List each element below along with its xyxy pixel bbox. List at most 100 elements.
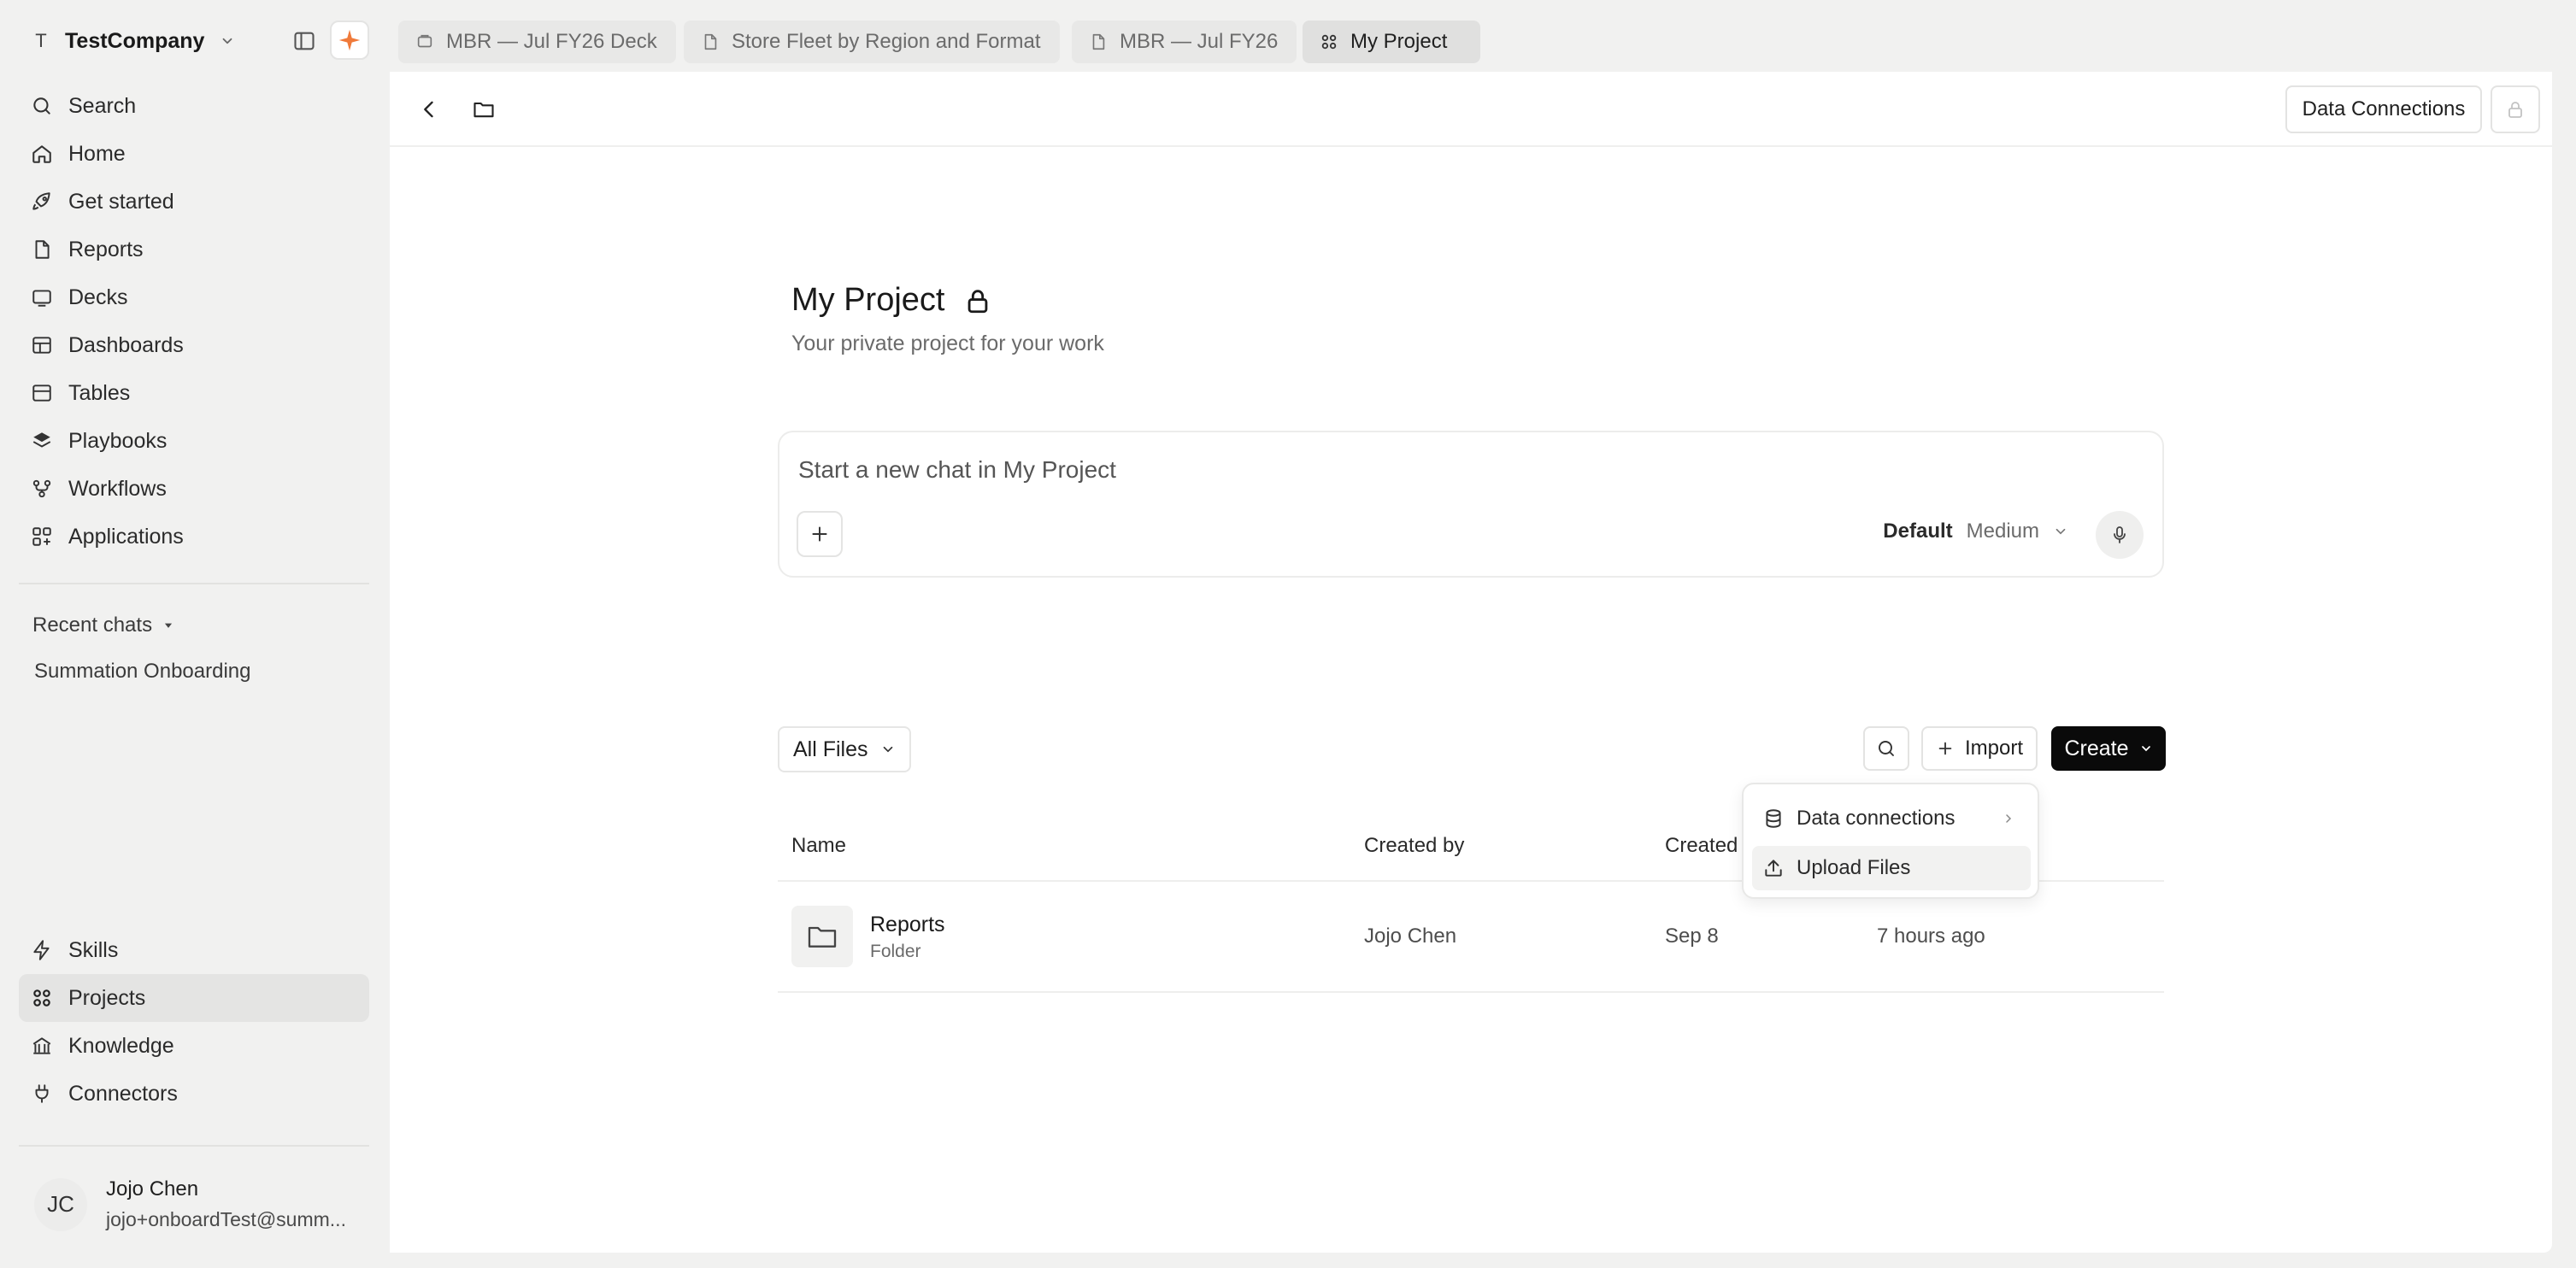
menu-item-data-connections[interactable]: Data connections [1752,796,2031,841]
workspace-switcher[interactable]: T TestCompany [32,24,235,58]
tab-store-fleet[interactable]: Store Fleet by Region and Format [684,21,1060,63]
caret-down-icon [162,619,174,631]
nav-item-dashboards[interactable]: Dashboards [19,321,369,369]
tab-mbr[interactable]: MBR — Jul FY26 [1072,21,1297,63]
chat-input-box[interactable]: Start a new chat in My Project Default M… [778,431,2164,578]
nav-item-home[interactable]: Home [19,130,369,178]
upload-icon [1762,857,1785,879]
nav-label: Tables [68,380,131,405]
model-selector[interactable]: Default Medium [1883,520,2068,543]
folder-thumbnail [791,906,853,967]
recent-chats-label: Recent chats [32,613,153,637]
create-menu: Data connections Upload Files [1742,783,2039,899]
document-icon [29,237,55,262]
document-icon [1089,32,1108,51]
deck-icon [29,285,55,310]
search-icon [29,93,55,119]
nav-item-reports[interactable]: Reports [19,226,369,273]
chevron-down-icon [2139,742,2153,755]
search-files-button[interactable] [1863,726,1909,771]
lock-icon [2505,99,2526,120]
nav-item-connectors[interactable]: Connectors [19,1070,369,1118]
library-icon [29,1033,55,1059]
nav-item-knowledge[interactable]: Knowledge [19,1022,369,1070]
nav-label: Get started [68,189,174,214]
nav-item-applications[interactable]: Applications [19,513,369,561]
nav-item-projects[interactable]: Projects [19,974,369,1022]
page-title: My Project [791,282,992,319]
workflow-icon [29,476,55,502]
create-button[interactable]: Create [2051,726,2166,771]
table-row-divider [778,991,2164,993]
database-icon [1762,807,1785,830]
menu-item-upload-files[interactable]: Upload Files [1752,846,2031,890]
tab-label: My Project [1350,30,1448,53]
avatar: JC [34,1177,87,1231]
column-header-name[interactable]: Name [791,834,846,858]
nav-item-playbooks[interactable]: Playbooks [19,417,369,465]
import-button[interactable]: Import [1921,726,2038,771]
tab-my-project[interactable]: My Project [1303,21,1480,63]
user-email: jojo+onboardTest@summ... [106,1208,346,1230]
row-type: Folder [870,942,921,961]
nav-label: Applications [68,524,184,549]
main-nav: Search Home Get started Reports Decks Da… [19,82,369,561]
nav-item-workflows[interactable]: Workflows [19,465,369,513]
toggle-sidebar-button[interactable] [289,26,320,56]
column-header-created-by[interactable]: Created by [1364,834,1464,858]
menu-item-label: Upload Files [1797,856,1911,879]
nav-item-skills[interactable]: Skills [19,926,369,974]
model-label: Default [1883,520,1953,543]
dashboard-icon [29,332,55,358]
nav-item-tables[interactable]: Tables [19,369,369,417]
nav-label: Dashboards [68,332,184,357]
grid-icon [29,985,55,1011]
mic-button[interactable] [2096,511,2144,559]
data-connections-button[interactable]: Data Connections [2285,85,2482,133]
nav-item-search[interactable]: Search [19,82,369,130]
recent-chats-toggle[interactable]: Recent chats [32,613,174,637]
recent-chat-item[interactable]: Summation Onboarding [34,660,250,684]
nav-label: Skills [68,937,119,962]
chevron-left-icon [417,97,441,121]
plus-icon [1936,739,1955,758]
lock-icon [963,286,992,315]
folder-button[interactable] [467,92,501,126]
row-name: Reports [870,913,945,936]
menu-item-label: Data connections [1797,807,1956,830]
nav-label: Workflows [68,476,167,501]
attach-button[interactable] [797,511,843,557]
lock-button[interactable] [2491,85,2540,133]
sparkle-button[interactable] [330,21,369,60]
sidebar-divider [19,583,369,584]
back-button[interactable] [412,92,446,126]
chevron-down-icon [220,33,235,49]
chevron-right-icon [2002,812,2015,825]
nav-label: Playbooks [68,428,168,453]
nav-item-get-started[interactable]: Get started [19,178,369,226]
tab-mbr-deck[interactable]: MBR — Jul FY26 Deck [398,21,676,63]
table-icon [29,380,55,406]
user-profile[interactable]: JC Jojo Chen jojo+onboardTest@summ... [34,1177,346,1231]
workspace-name: TestCompany [65,28,205,53]
sidebar-divider [19,1145,369,1147]
tab-label: Store Fleet by Region and Format [732,30,1041,53]
folder-icon [805,919,839,954]
chat-input[interactable]: Start a new chat in My Project [798,456,1116,484]
create-label: Create [2064,736,2129,760]
filter-label: All Files [793,737,868,761]
nav-label: Reports [68,237,144,261]
model-effort: Medium [1966,520,2039,543]
chevron-down-icon [880,742,896,757]
apps-icon [29,524,55,549]
search-icon [1876,738,1897,759]
tab-label: MBR — Jul FY26 Deck [446,30,657,53]
column-header-created[interactable]: Created [1665,834,1738,858]
sparkle-icon [338,28,362,52]
user-name: Jojo Chen [106,1177,199,1200]
all-files-dropdown[interactable]: All Files [778,726,911,772]
deck-icon [415,32,434,51]
topbar-divider [390,145,2552,147]
layers-icon [29,428,55,454]
nav-item-decks[interactable]: Decks [19,273,369,321]
